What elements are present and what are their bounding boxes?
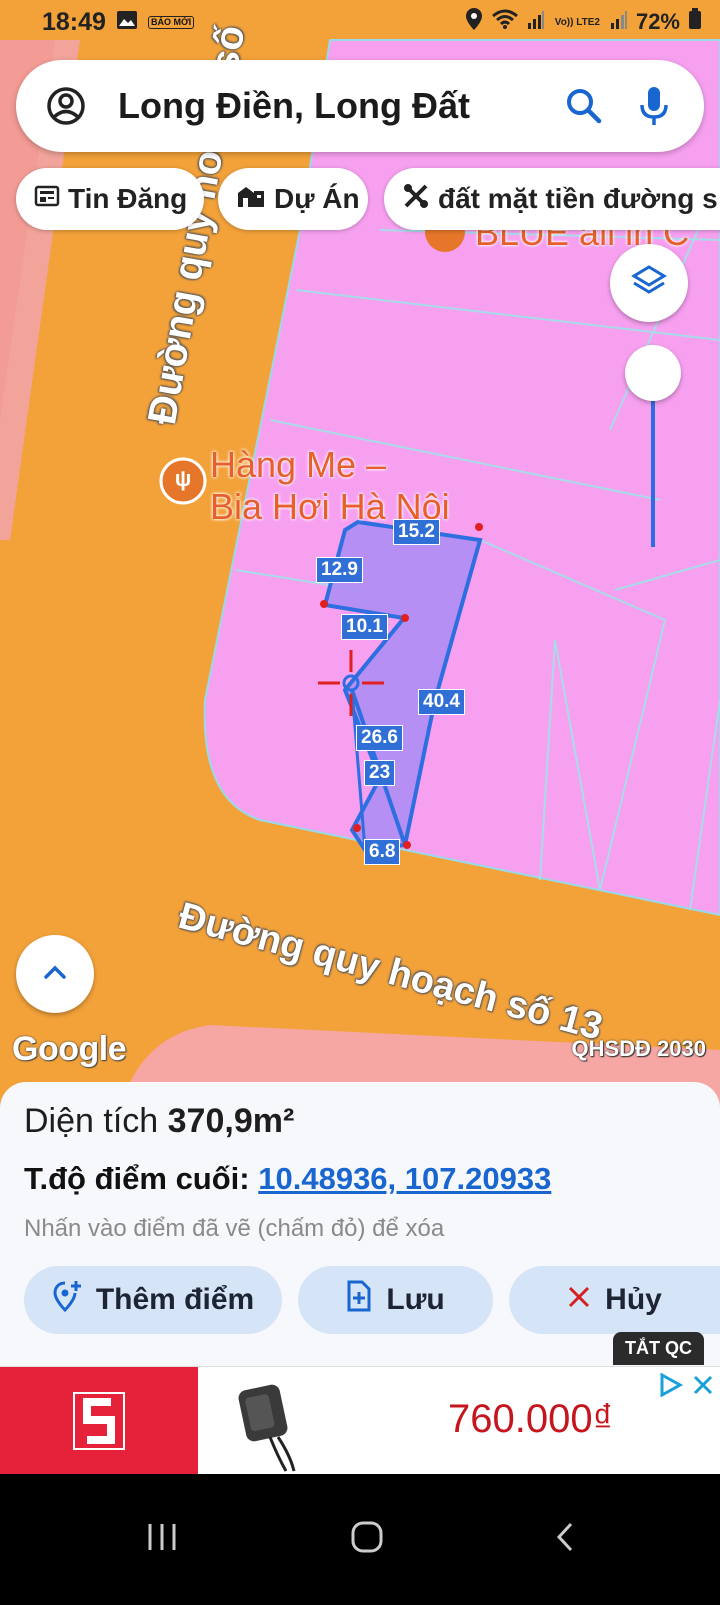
- search-icon[interactable]: [562, 84, 606, 128]
- battery-icon: [688, 8, 702, 36]
- signal-icon: [527, 9, 545, 35]
- poi-label-line1: Hàng Me –: [210, 444, 387, 485]
- poi-fork-knife-icon[interactable]: ψ: [170, 466, 196, 496]
- chip-label: Dự Án: [274, 183, 360, 214]
- google-logo: Google: [12, 1030, 127, 1068]
- layer-tag: QHSDĐ 2030: [571, 1036, 706, 1061]
- location-icon: [465, 7, 483, 37]
- ad-banner[interactable]: 760.000₫: [0, 1366, 720, 1475]
- measure-label: 23: [364, 760, 396, 786]
- measure-label: 10.1: [341, 614, 388, 640]
- measure-label: 12.9: [316, 557, 363, 583]
- area-label: Diện tích: [24, 1102, 159, 1140]
- gallery-icon: [116, 10, 138, 35]
- add-file-icon: [346, 1280, 386, 1320]
- layers-icon: [631, 263, 667, 304]
- coord-row: T.độ điểm cuối: 10.48936, 107.20933: [24, 1161, 696, 1197]
- network-label: Vo)) LTE2: [554, 16, 600, 28]
- ad-brand-logo: [0, 1367, 198, 1475]
- area-value: 370,9m²: [167, 1102, 295, 1140]
- home-icon[interactable]: [350, 1520, 384, 1559]
- measure-label: 26.6: [356, 725, 403, 751]
- status-bar: 18:49 BÁO MỚI Vo)) LTE2 72%: [0, 0, 720, 44]
- battery-percent: 72%: [635, 9, 680, 34]
- recents-icon[interactable]: [145, 1522, 179, 1557]
- measure-label: 6.8: [364, 839, 401, 865]
- hide-ads-button[interactable]: TẮT QC: [613, 1332, 704, 1365]
- back-icon[interactable]: [555, 1521, 575, 1558]
- microphone-icon[interactable]: [632, 84, 676, 128]
- expand-up-button[interactable]: [16, 935, 94, 1013]
- add-point-button[interactable]: Thêm điểm: [24, 1266, 282, 1334]
- area-row: Diện tích 370,9m²: [24, 1102, 696, 1141]
- save-label: Lưu: [386, 1283, 445, 1316]
- search-query[interactable]: Long Điền, Long Đất: [118, 85, 562, 127]
- cancel-button[interactable]: Hủy: [509, 1266, 720, 1334]
- signal-icon-2: [610, 9, 628, 35]
- status-time: 18:49: [42, 7, 106, 36]
- chip-dat-mat-tien[interactable]: đất mặt tiền đường s: [384, 168, 720, 230]
- adchoices-icon[interactable]: [658, 1372, 684, 1402]
- chevron-up-icon: [43, 964, 67, 985]
- news-app-icon: BÁO MỚI: [147, 15, 195, 29]
- coord-label: T.độ điểm cuối:: [24, 1161, 250, 1196]
- layers-button[interactable]: [610, 244, 688, 322]
- chip-tin-dang[interactable]: Tin Đăng: [16, 168, 204, 230]
- coord-link[interactable]: 10.48936, 107.20933: [258, 1161, 551, 1196]
- system-nav-bar: [0, 1474, 720, 1605]
- cancel-label: Hủy: [605, 1283, 662, 1316]
- save-button[interactable]: Lưu: [298, 1266, 493, 1334]
- measure-label: 15.2: [393, 519, 440, 545]
- newspaper-icon: [34, 183, 68, 215]
- opacity-slider-thumb[interactable]: [625, 345, 681, 401]
- wifi-icon: [491, 8, 519, 36]
- search-bar[interactable]: Long Điền, Long Đất: [16, 60, 704, 152]
- add-location-icon: [52, 1279, 96, 1321]
- chip-du-an[interactable]: Dự Án: [218, 168, 368, 230]
- chip-label: đất mặt tiền đường s: [438, 183, 718, 214]
- tools-icon: [402, 182, 438, 217]
- account-icon[interactable]: [44, 84, 88, 128]
- chip-label: Tin Đăng: [68, 183, 188, 214]
- ad-price: 760.000₫: [448, 1397, 614, 1441]
- measure-label: 40.4: [418, 689, 465, 715]
- ad-controls: [658, 1372, 714, 1402]
- close-icon: [567, 1283, 605, 1317]
- close-ad-icon[interactable]: [692, 1374, 714, 1401]
- hint-text: Nhấn vào điểm đã vẽ (chấm đỏ) để xóa: [24, 1215, 445, 1242]
- poi-label-name[interactable]: Hàng Me – Bia Hơi Hà Nội: [210, 444, 450, 528]
- buildings-icon: [236, 183, 274, 216]
- add-point-label: Thêm điểm: [95, 1283, 255, 1316]
- charger-product-image: [230, 1377, 300, 1472]
- map-view[interactable]: Đường quy hoạch số Đường quy hoạch số 13…: [0, 0, 720, 1110]
